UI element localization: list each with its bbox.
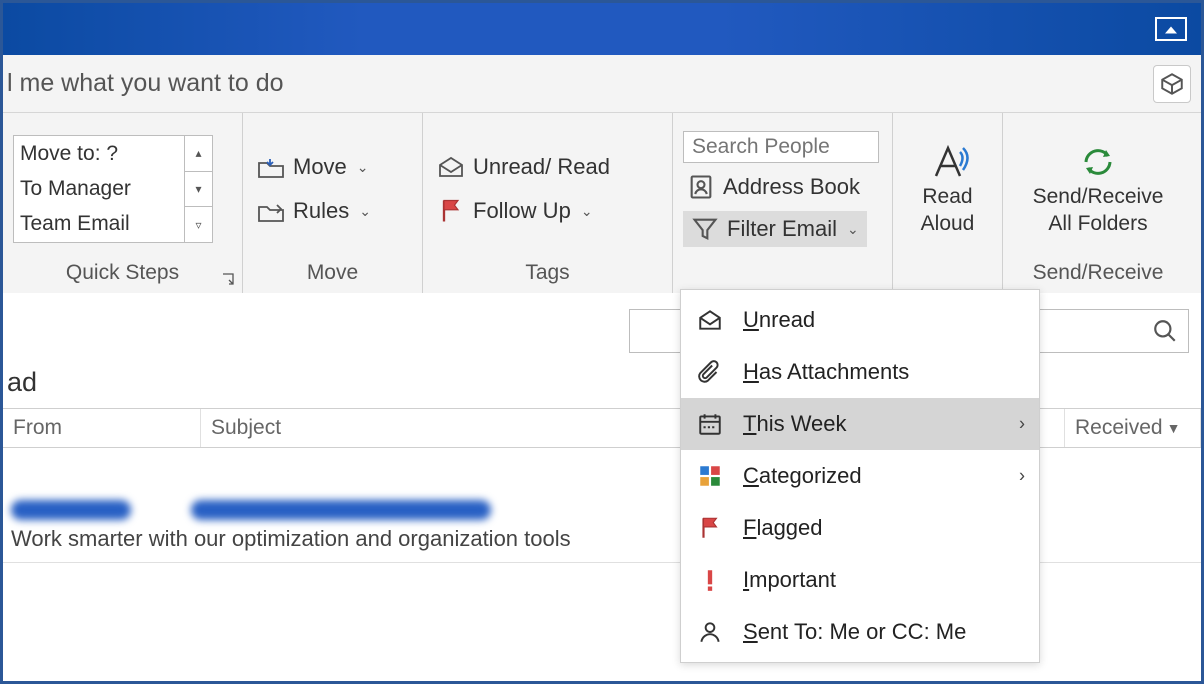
tell-me-placeholder: l me what you want to do [7,69,284,98]
chevron-down-icon: ⌄ [357,159,369,176]
person-icon [697,619,723,645]
message-from-blurred [11,500,131,520]
ribbon-display-options-icon[interactable] [1155,17,1187,41]
paperclip-icon [697,359,723,385]
calendar-icon [697,411,723,437]
group-label: Tags [525,257,569,291]
filter-menu-item-has-attachments[interactable]: Has Attachments [681,346,1039,398]
quick-steps-more[interactable]: ▿ [185,207,212,242]
quick-step-item[interactable]: To Manager [14,171,184,206]
filter-menu-item-this-week[interactable]: This Week › [681,398,1039,450]
filter-menu-item-sent-to-me[interactable]: Sent To: Me or CC: Me [681,606,1039,658]
filter-menu-item-flagged[interactable]: Flagged [681,502,1039,554]
sync-icon [1076,142,1120,182]
chevron-right-icon: › [1019,414,1025,435]
search-people-input[interactable] [683,131,879,163]
filter-menu-item-important[interactable]: Important [681,554,1039,606]
importance-icon [697,567,723,593]
title-bar [3,3,1201,55]
group-label: Move [307,257,358,291]
filter-email-menu: Unread Has Attachments This Week › [680,289,1040,663]
sort-desc-icon: ▼ [1167,420,1181,436]
read-aloud-button[interactable]: Read Aloud [913,142,983,236]
unread-read-button[interactable]: Unread/ Read [433,151,614,183]
rules-icon [257,197,285,225]
chevron-down-icon: ⌄ [359,203,371,220]
quick-steps-scroll-down[interactable]: ▾ [185,172,212,208]
group-label: Quick Steps [66,257,179,291]
column-header-received[interactable]: Received ▼ [1065,409,1201,447]
quick-steps-launcher[interactable] [220,271,236,287]
address-book-icon [687,173,715,201]
tell-me-search[interactable]: l me what you want to do [3,55,1201,113]
flag-icon [697,515,723,541]
address-book-button[interactable]: Address Book [683,171,864,203]
flag-icon [437,197,465,225]
ribbon-group-send-receive: Send/Receive All Folders Send/Receive [1003,113,1193,293]
funnel-icon [691,215,719,243]
send-receive-all-folders-button[interactable]: Send/Receive All Folders [1025,142,1172,236]
ribbon-group-speech: Read Aloud [893,113,1003,293]
addins-button[interactable] [1153,65,1191,103]
ribbon: Move to: ? To Manager Team Email ▴ ▾ ▿ Q… [3,113,1201,293]
search-icon [1152,318,1178,344]
column-header-from[interactable]: From [3,409,201,447]
follow-up-button[interactable]: Follow Up ⌄ [433,195,597,227]
group-label [945,257,951,291]
filter-menu-item-categorized[interactable]: Categorized › [681,450,1039,502]
ribbon-group-tags: Unread/ Read Follow Up ⌄ Tags [423,113,673,293]
group-label [780,257,786,291]
quick-step-item[interactable]: Move to: ? [14,136,184,171]
chevron-down-icon: ⌄ [581,203,593,220]
chevron-right-icon: › [1019,466,1025,487]
ribbon-group-move: Move ⌄ Rules ⌄ Move [243,113,423,293]
quick-step-item[interactable]: Team Email [14,207,184,242]
quick-steps-scroll-up[interactable]: ▴ [185,136,212,172]
ribbon-group-quick-steps: Move to: ? To Manager Team Email ▴ ▾ ▿ Q… [3,113,243,293]
filter-menu-item-unread[interactable]: Unread [681,294,1039,346]
categories-icon [697,463,723,489]
filter-email-button[interactable]: Filter Email ⌄ [683,211,867,247]
chevron-down-icon: ⌄ [847,221,859,238]
move-button[interactable]: Move ⌄ [253,151,373,183]
read-aloud-icon [926,142,970,182]
cube-icon [1159,71,1185,97]
group-label: Send/Receive [1033,257,1164,291]
message-subject-blurred [191,500,491,520]
envelope-open-icon [697,307,723,333]
rules-button[interactable]: Rules ⌄ [253,195,375,227]
envelope-open-icon [437,153,465,181]
ribbon-group-find: Address Book Filter Email ⌄ [673,113,893,293]
folder-move-icon [257,153,285,181]
